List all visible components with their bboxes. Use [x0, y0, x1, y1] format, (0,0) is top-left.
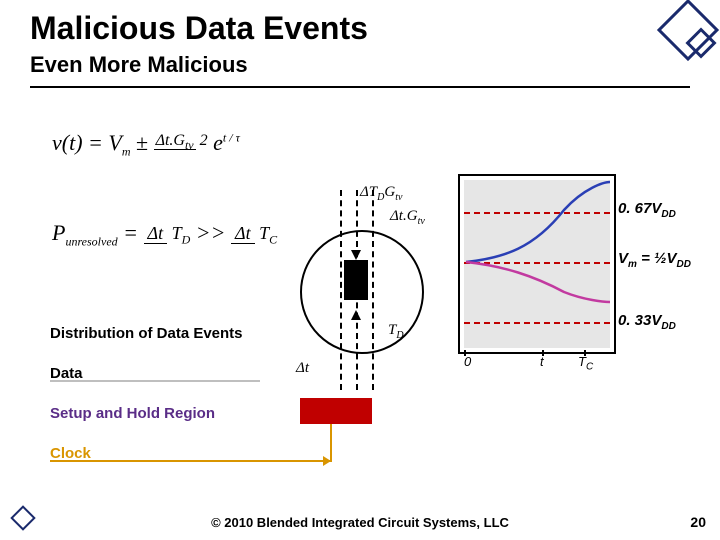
label-033vdd: 0. 33VDD: [618, 312, 676, 332]
slide-title: Malicious Data Events: [30, 10, 368, 47]
axis-label-tc: TC: [578, 354, 593, 373]
label-067vdd: 0. 67VDD: [618, 200, 676, 220]
formula-vt: v(t) = Vm ± Δt.Gtv 2 et / τ: [52, 130, 240, 159]
data-line: [50, 380, 260, 382]
dash-line-3: [372, 190, 374, 390]
logo-top-right: [666, 8, 710, 57]
arrow-down-icon: [351, 250, 361, 260]
page-number: 20: [690, 514, 706, 530]
dt-label: ΔΔtt: [296, 360, 309, 377]
td-label: TD: [388, 322, 404, 341]
formula-punresolved: Punresolved = Δt TD >> Δt TC: [52, 220, 277, 249]
curves-svg: [464, 180, 610, 348]
setup-hold-box: [300, 398, 372, 424]
slide-subtitle: Even More Malicious: [30, 52, 248, 78]
tdg-label: ΔTDGtv: [360, 184, 402, 203]
axis-label-0: 0: [464, 354, 471, 369]
clock-arrow: [50, 460, 330, 462]
voltage-graph: [458, 174, 616, 354]
setup-hold-label: Setup and Hold Region: [50, 405, 215, 422]
title-divider: [30, 86, 690, 88]
dash-line-1: [340, 190, 342, 390]
footer-copyright: © 2010 Blended Integrated Circuit System…: [0, 515, 720, 530]
tgv-label: Δt.Gtv: [390, 208, 425, 227]
dt-box: [344, 260, 368, 300]
arrow-up-icon: [351, 310, 361, 320]
distribution-label: Distribution of Data Events: [50, 325, 243, 342]
axis-label-t: t: [540, 354, 544, 369]
label-vm: Vm = ½VDD: [618, 250, 691, 270]
timing-diagram: ΔΔtt TD ΔTDGtv Δt.Gtv: [260, 190, 440, 390]
formula-vt-lhs: v(t) = V: [52, 130, 122, 155]
voltage-graph-bg: [464, 180, 610, 348]
